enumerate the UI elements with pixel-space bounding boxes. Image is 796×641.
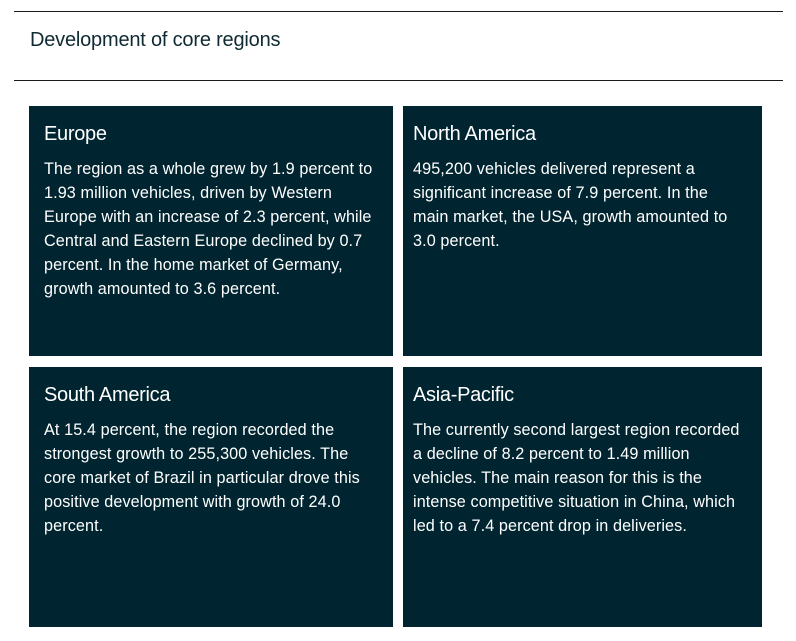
region-title-south-america: South America [44,384,171,406]
region-title-north-america: North America [413,123,536,145]
region-card-north-america: North America 495,200 vehicles delivered… [403,106,762,356]
region-card-south-america: South America At 15.4 percent, the regio… [29,367,393,627]
region-card-asia-pacific: Asia-Pacific The currently second larges… [403,367,762,627]
region-title-europe: Europe [44,123,107,145]
region-text-north-america: 495,200 vehicles delivered represent a s… [413,160,728,250]
region-card-europe: Europe The region as a whole grew by 1.9… [29,106,393,356]
region-text-europe: The region as a whole grew by 1.9 percen… [44,160,373,298]
region-text-asia-pacific: The currently second largest region reco… [413,421,740,535]
heading-divider [14,80,783,81]
top-divider [14,11,783,12]
page-title: Development of core regions [30,29,281,51]
region-text-south-america: At 15.4 percent, the region recorded the… [44,421,360,535]
region-title-asia-pacific: Asia-Pacific [413,384,514,406]
